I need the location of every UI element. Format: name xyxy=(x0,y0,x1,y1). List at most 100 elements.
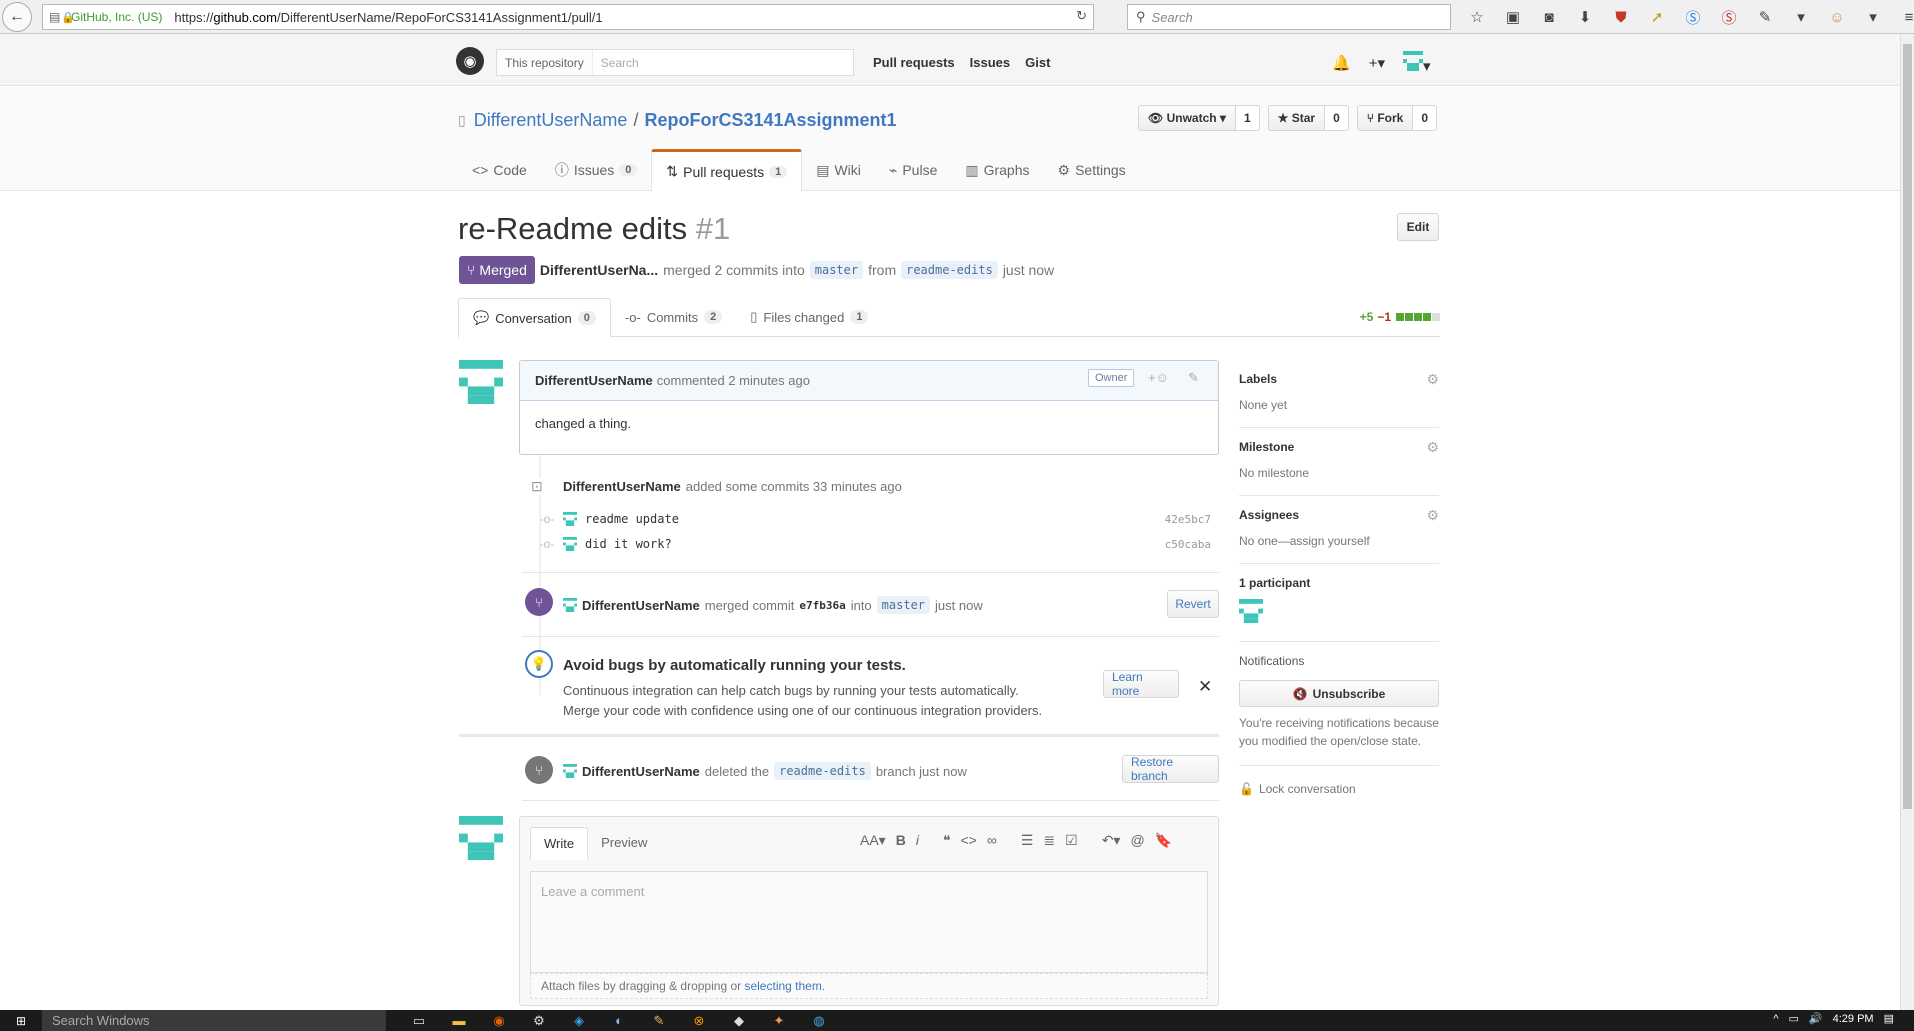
back-arrow-icon[interactable]: ← xyxy=(2,1,32,32)
notification-bell-icon[interactable]: 🔔 xyxy=(1332,54,1351,72)
clock[interactable]: 4:29 PM xyxy=(1833,1013,1874,1025)
milestone-gear-icon[interactable]: ⚙ xyxy=(1426,439,1439,456)
bold-icon[interactable]: B xyxy=(896,832,906,849)
commenter-avatar[interactable] xyxy=(459,360,503,404)
firefox-icon[interactable]: ◉ xyxy=(486,1012,512,1030)
tools-extension-icon[interactable]: ✎ xyxy=(1750,5,1780,29)
fork-button[interactable]: ⑂ Fork xyxy=(1356,105,1414,131)
unity-icon[interactable]: ◆ xyxy=(726,1012,752,1030)
restore-branch-button[interactable]: Restore branch xyxy=(1122,755,1219,783)
head-branch[interactable]: readme-edits xyxy=(901,261,998,279)
tab-preview[interactable]: Preview xyxy=(588,827,660,860)
create-new-plus-icon[interactable]: +▾ xyxy=(1369,54,1385,72)
commit-author-avatar[interactable] xyxy=(563,537,577,551)
download-icon[interactable]: ⬇ xyxy=(1570,5,1600,29)
repo-search[interactable]: This repository Search xyxy=(496,49,854,76)
tab-code[interactable]: <> Code xyxy=(458,149,541,191)
watchers-count[interactable]: 1 xyxy=(1235,105,1260,131)
dropdown-icon[interactable]: ▾ xyxy=(1786,5,1816,29)
tab-pulse[interactable]: ⌁ Pulse xyxy=(875,149,951,191)
action-center-icon[interactable]: ▤ xyxy=(1884,1012,1894,1025)
merge-author-avatar[interactable] xyxy=(563,598,577,612)
delete-event-author[interactable]: DifferentUserName xyxy=(582,764,700,779)
github-logo-icon[interactable]: ◉ xyxy=(456,47,484,75)
notepad-icon[interactable]: ✎ xyxy=(646,1012,672,1030)
app-icon[interactable]: ◍ xyxy=(806,1012,832,1030)
numbered-list-icon[interactable]: ≣ xyxy=(1043,832,1055,849)
profile-extension-icon[interactable]: ☺ xyxy=(1822,5,1852,29)
commit-message-link[interactable]: did it work? xyxy=(585,537,672,551)
unsubscribe-button[interactable]: 🔇 Unsubscribe xyxy=(1239,680,1439,707)
header-link-issues[interactable]: Issues xyxy=(970,55,1010,70)
edit-title-button[interactable]: Edit xyxy=(1397,213,1439,241)
commit-sha-link[interactable]: c50caba xyxy=(1165,538,1211,551)
learn-more-button[interactable]: Learn more xyxy=(1103,670,1179,698)
file-explorer-icon[interactable]: ▬ xyxy=(446,1012,472,1030)
eclipse-icon[interactable]: ◐ xyxy=(606,1012,632,1030)
overflow-dropdown-icon[interactable]: ▾ xyxy=(1858,5,1888,29)
reading-list-icon[interactable]: ▣ xyxy=(1498,5,1528,29)
merge-target-branch[interactable]: master xyxy=(876,596,931,614)
tab-files-changed[interactable]: ▯ Files changed 1 xyxy=(736,298,882,336)
history-icon[interactable]: ▤ xyxy=(49,10,60,24)
tab-graphs[interactable]: ▥ Graphs xyxy=(951,149,1043,191)
tab-issues[interactable]: ⓘ Issues 0 xyxy=(541,149,652,191)
windows-search-input[interactable]: Search Windows xyxy=(42,1010,386,1031)
tab-conversation[interactable]: 💬 Conversation 0 xyxy=(458,298,611,338)
commit-sha-link[interactable]: 42e5bc7 xyxy=(1165,513,1211,526)
url-bar[interactable]: ▤ 🔒 GitHub, Inc. (US) https://github.com… xyxy=(42,4,1094,30)
merge-commit-sha[interactable]: e7fb36a xyxy=(799,599,845,612)
gitkraken-icon[interactable]: ✦ xyxy=(766,1012,792,1030)
cursor-extension-icon[interactable]: ➚ xyxy=(1642,5,1672,29)
tray-chevron-icon[interactable]: ^ xyxy=(1773,1013,1778,1025)
assignees-gear-icon[interactable]: ⚙ xyxy=(1426,507,1439,524)
mention-icon[interactable]: @ xyxy=(1130,832,1144,849)
lock-conversation-link[interactable]: 🔓 Lock conversation xyxy=(1239,782,1439,796)
add-reaction-icon[interactable]: +☺ xyxy=(1148,370,1169,385)
code-icon[interactable]: <> xyxy=(961,832,977,849)
overwatch-icon[interactable]: ⊗ xyxy=(686,1012,712,1030)
lock-icon[interactable]: 🔒 xyxy=(61,11,75,24)
star-button[interactable]: ★ Star xyxy=(1267,105,1326,131)
header-link-gist[interactable]: Gist xyxy=(1025,55,1050,70)
comment-timestamp[interactable]: commented 2 minutes ago xyxy=(657,373,810,388)
forks-count[interactable]: 0 xyxy=(1413,105,1438,131)
browser-search-input[interactable]: ⚲ Search xyxy=(1127,4,1451,30)
header-link-pull-requests[interactable]: Pull requests xyxy=(873,55,955,70)
commit-message-link[interactable]: readme update xyxy=(585,512,679,526)
pr-author-link[interactable]: DifferentUserNa... xyxy=(540,262,658,278)
pocket-icon[interactable]: ◙ xyxy=(1534,5,1564,29)
reply-icon[interactable]: ↶▾ xyxy=(1102,832,1121,849)
menu-icon[interactable]: ≡ xyxy=(1894,5,1914,29)
bullet-list-icon[interactable]: ☰ xyxy=(1021,832,1034,849)
revert-button[interactable]: Revert xyxy=(1167,590,1219,618)
skype-extension-icon[interactable]: Ⓢ xyxy=(1678,5,1708,29)
tab-wiki[interactable]: ▤ Wiki xyxy=(802,149,875,191)
comment-textarea[interactable]: Leave a comment xyxy=(530,871,1208,973)
steam-icon[interactable]: ⚙ xyxy=(526,1012,552,1030)
stylish-extension-icon[interactable]: Ⓢ xyxy=(1714,5,1744,29)
network-icon[interactable]: ▭ xyxy=(1789,1012,1799,1025)
stars-count[interactable]: 0 xyxy=(1325,105,1349,131)
unwatch-button[interactable]: 👁 Unwatch ▾ xyxy=(1138,105,1236,131)
italic-icon[interactable]: i xyxy=(916,832,919,849)
user-avatar-menu[interactable]: ▾ xyxy=(1402,51,1431,75)
delete-author-avatar[interactable] xyxy=(563,764,577,778)
link-icon[interactable]: ∞ xyxy=(987,832,997,849)
labels-gear-icon[interactable]: ⚙ xyxy=(1426,371,1439,388)
attach-files-bar[interactable]: Attach files by dragging & dropping or s… xyxy=(530,973,1208,999)
starcraft-icon[interactable]: ◈ xyxy=(566,1012,592,1030)
commits-event-author[interactable]: DifferentUserName xyxy=(563,479,681,494)
base-branch[interactable]: master xyxy=(809,261,864,279)
current-user-avatar[interactable] xyxy=(459,816,503,860)
reload-icon[interactable]: ↻ xyxy=(1076,8,1087,24)
quote-icon[interactable]: ❝ xyxy=(943,832,951,849)
repo-search-input[interactable]: Search xyxy=(593,50,647,75)
page-scrollbar[interactable] xyxy=(1900,34,1914,1010)
url-text[interactable]: https://github.com/DifferentUserName/Rep… xyxy=(174,10,602,25)
task-list-icon[interactable]: ☑ xyxy=(1065,832,1078,849)
text-size-icon[interactable]: AA▾ xyxy=(860,832,886,849)
volume-icon[interactable]: 🔊 xyxy=(1809,1012,1823,1025)
merge-event-author[interactable]: DifferentUserName xyxy=(582,598,700,613)
tab-commits[interactable]: -o- Commits 2 xyxy=(611,298,736,336)
